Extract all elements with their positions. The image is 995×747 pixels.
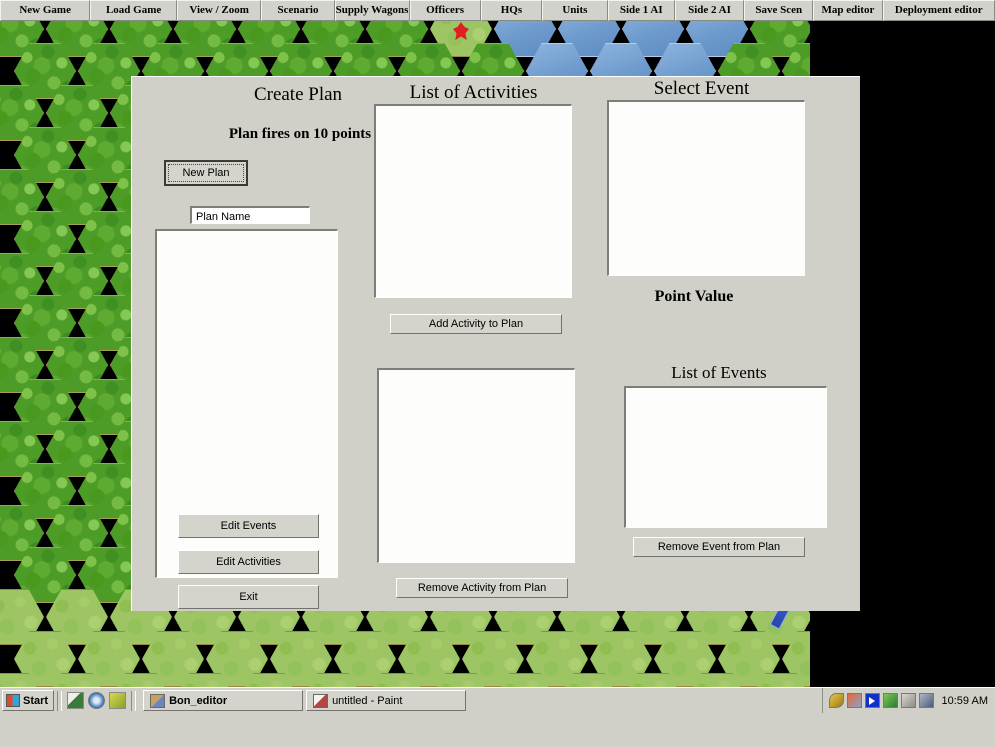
taskbar-content: Start Bon_editor untitled - Paint 10:59 … xyxy=(0,688,995,713)
start-button-label: Start xyxy=(23,694,49,707)
internet-explorer-icon[interactable] xyxy=(88,692,106,709)
taskbar: Start Bon_editor untitled - Paint 10:59 … xyxy=(0,687,995,747)
start-button[interactable]: Start xyxy=(2,690,55,711)
menu-item-map-editor[interactable]: Map editor xyxy=(813,0,883,21)
create-plan-dialog: Create Plan Plan fires on 10 points New … xyxy=(131,76,860,611)
folder-icon[interactable] xyxy=(67,692,85,709)
map-hex-grass[interactable] xyxy=(622,673,684,687)
volume-icon[interactable] xyxy=(828,693,844,708)
update-icon[interactable] xyxy=(882,693,898,708)
exit-button[interactable]: Exit xyxy=(178,585,319,609)
menu-item-label: New Game xyxy=(19,4,71,16)
select-event-label: Select Event xyxy=(653,78,750,99)
menu-item-label: Save Scen xyxy=(755,4,803,16)
edit-activities-button[interactable]: Edit Activities xyxy=(178,550,319,574)
map-hex-grass[interactable] xyxy=(686,673,748,687)
menu-item-label: Officers xyxy=(426,4,465,16)
map-hex-grass[interactable] xyxy=(238,673,300,687)
map-hex-grass[interactable] xyxy=(302,673,364,687)
map-hex-grass[interactable] xyxy=(430,673,492,687)
menu-item-scenario[interactable]: Scenario xyxy=(261,0,335,21)
map-hex-grass[interactable] xyxy=(110,673,172,687)
media-player-icon[interactable] xyxy=(109,692,127,709)
menu-item-label: View / Zoom xyxy=(189,4,249,16)
list-of-events-label: List of Events xyxy=(671,363,767,382)
network-icon[interactable] xyxy=(846,693,862,708)
remove-activity-from-plan-button[interactable]: Remove Activity from Plan xyxy=(396,578,568,598)
taskbar-divider-2 xyxy=(131,690,137,711)
bon-editor-icon xyxy=(150,693,166,708)
menu-item-hqs[interactable]: HQs xyxy=(480,0,543,21)
list-of-activities-label: List of Activities xyxy=(409,82,538,103)
media-icon[interactable] xyxy=(864,693,880,708)
menu-item-officers[interactable]: Officers xyxy=(409,0,481,21)
menu-item-view-zoom[interactable]: View / Zoom xyxy=(176,0,262,21)
menu-item-deployment-editor[interactable]: Deployment editor xyxy=(882,0,995,21)
red-unit-marker[interactable] xyxy=(453,22,469,41)
windows-logo-icon xyxy=(6,694,20,707)
main-menu-bar: New Game Load Game View / Zoom Scenario Supp… xyxy=(0,0,995,21)
plan-name-input[interactable] xyxy=(190,206,310,224)
map-hex-grass[interactable] xyxy=(494,673,556,687)
new-plan-button[interactable]: New Plan xyxy=(164,160,248,186)
menu-item-save-scen[interactable]: Save Scen xyxy=(744,0,814,21)
point-value-label: Point Value xyxy=(654,288,734,305)
taskbar-filler xyxy=(0,713,995,747)
map-hex-grass[interactable] xyxy=(174,673,236,687)
map-hex-grass[interactable] xyxy=(0,673,44,687)
add-activity-button-label: Add Activity to Plan xyxy=(428,318,524,330)
map-hex-grass[interactable] xyxy=(366,673,428,687)
map-hex-grass[interactable] xyxy=(558,673,620,687)
activities-available-list[interactable] xyxy=(374,104,572,298)
edit-events-button-label: Edit Events xyxy=(220,520,277,532)
map-hex-grass[interactable] xyxy=(750,673,810,687)
menu-item-label: Scenario xyxy=(277,4,319,16)
menu-item-label: Load Game xyxy=(105,4,162,16)
system-tray: 10:59 AM xyxy=(821,688,995,713)
menu-item-label: Units xyxy=(562,4,588,16)
menu-item-units[interactable]: Units xyxy=(542,0,608,21)
menu-item-supply-wagons[interactable]: Supply Wagons xyxy=(334,0,410,21)
new-plan-button-label: New Plan xyxy=(182,167,230,179)
menu-item-side-2-ai[interactable]: Side 2 AI xyxy=(674,0,745,21)
menu-item-new-game[interactable]: New Game xyxy=(0,0,91,21)
menu-item-load-game[interactable]: Load Game xyxy=(90,0,177,21)
menu-item-label: Side 1 AI xyxy=(619,4,663,16)
remove-event-from-plan-button[interactable]: Remove Event from Plan xyxy=(633,537,805,557)
menu-item-label: Map editor xyxy=(821,4,875,16)
map-hex-grass[interactable] xyxy=(46,673,108,687)
taskbar-clock[interactable]: 10:59 AM xyxy=(942,695,988,707)
display-icon[interactable] xyxy=(918,693,934,708)
menu-item-label: HQs xyxy=(500,4,523,16)
taskbar-divider xyxy=(57,690,63,711)
paint-icon xyxy=(313,693,329,708)
menu-item-label: Deployment editor xyxy=(894,4,983,16)
menu-item-side-1-ai[interactable]: Side 1 AI xyxy=(607,0,675,21)
add-activity-to-plan-button[interactable]: Add Activity to Plan xyxy=(390,314,562,334)
taskbar-item-bon-editor-label: Bon_editor xyxy=(169,694,228,707)
edit-activities-button-label: Edit Activities xyxy=(216,556,281,568)
edit-events-button[interactable]: Edit Events xyxy=(178,514,319,538)
taskbar-item-paint[interactable]: untitled - Paint xyxy=(306,690,467,711)
exit-button-label: Exit xyxy=(239,591,258,603)
menu-item-label: Supply Wagons xyxy=(335,4,409,16)
select-event-list[interactable] xyxy=(607,100,805,276)
taskbar-item-bon-editor[interactable]: Bon_editor xyxy=(143,690,304,711)
speaker-icon[interactable] xyxy=(900,693,916,708)
events-in-plan-list[interactable] xyxy=(624,386,827,528)
menu-item-label: Side 2 AI xyxy=(688,4,731,16)
remove-activity-button-label: Remove Activity from Plan xyxy=(417,582,547,594)
taskbar-item-paint-label: untitled - Paint xyxy=(332,694,403,707)
activities-in-plan-list[interactable] xyxy=(377,368,575,563)
remove-event-button-label: Remove Event from Plan xyxy=(657,541,781,553)
